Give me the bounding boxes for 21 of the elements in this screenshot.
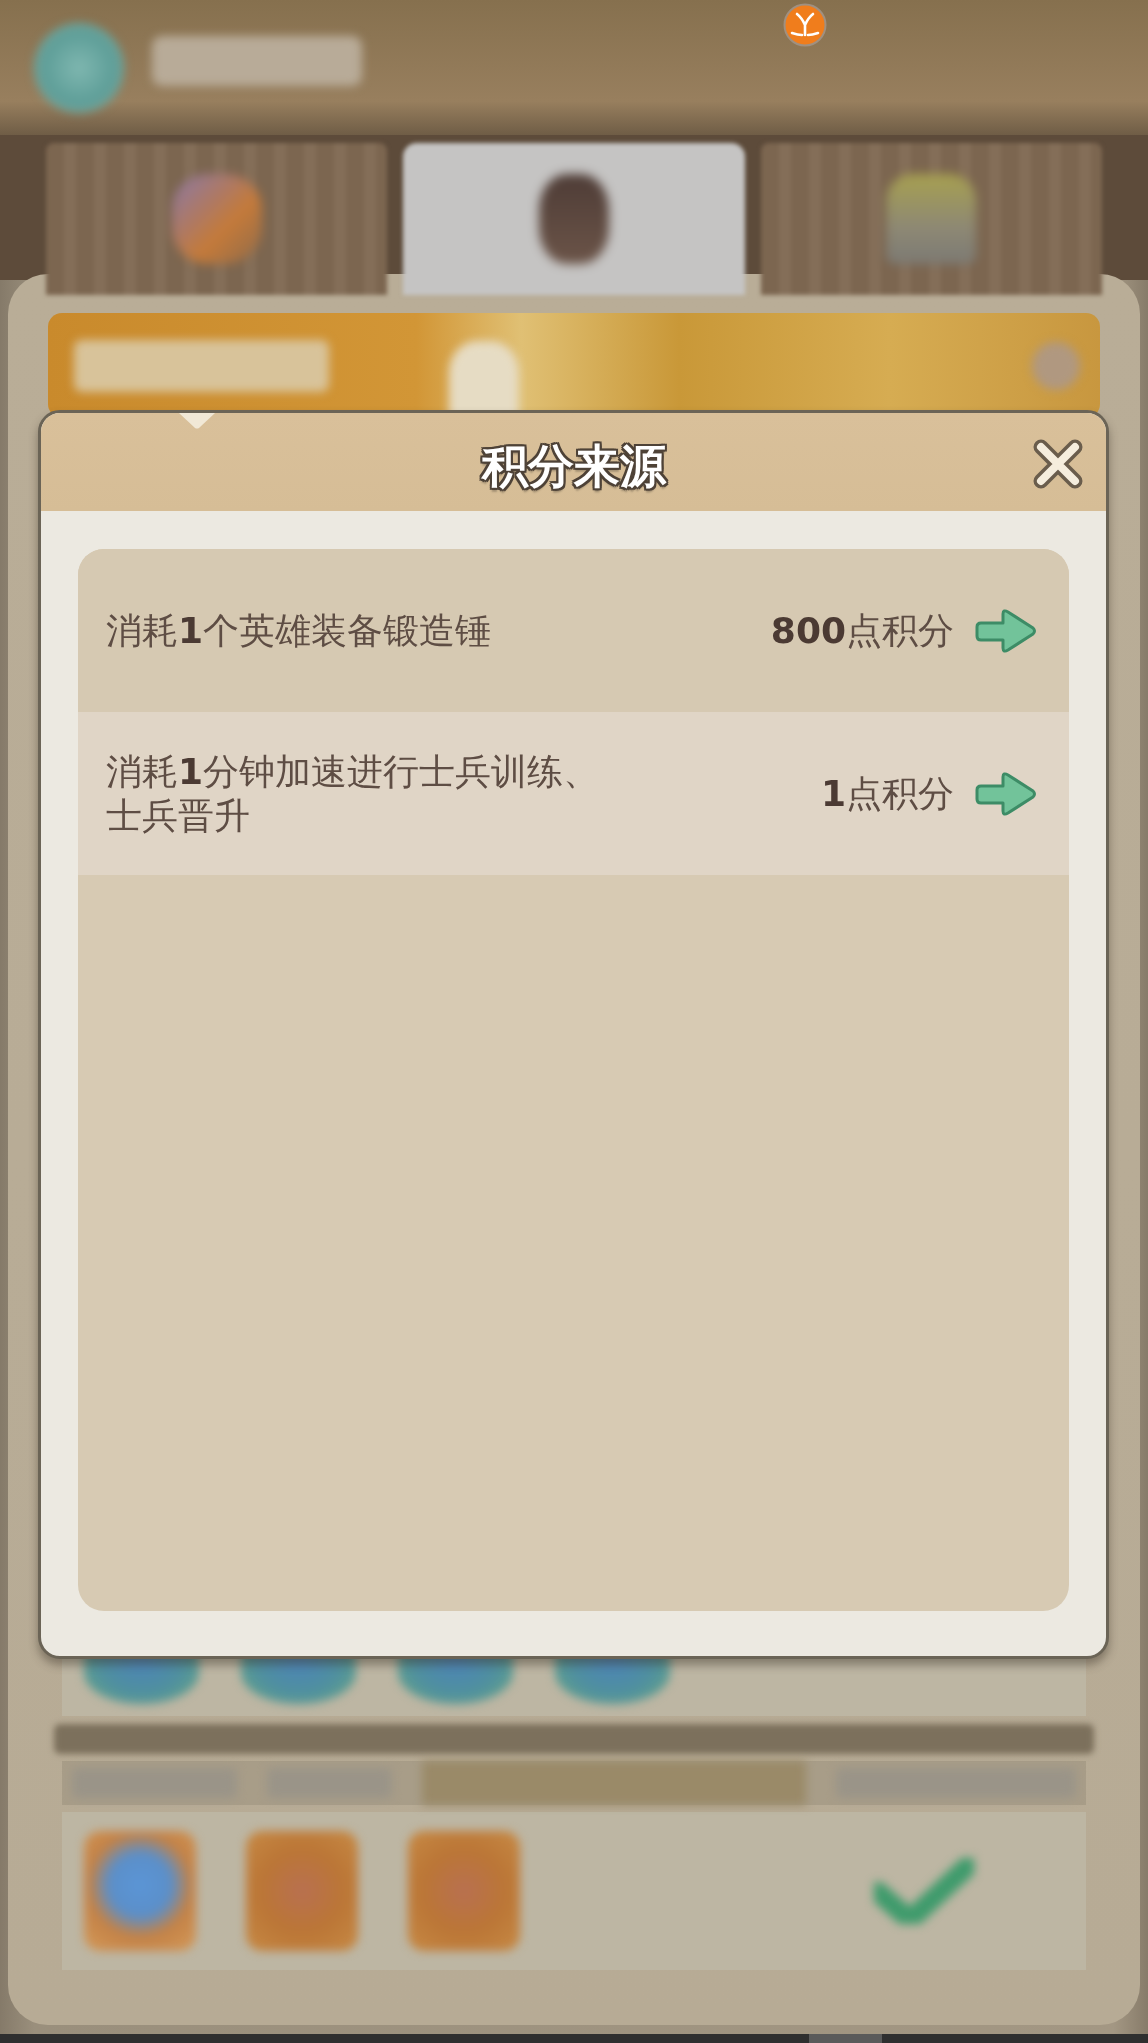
dialog-title: 积分来源 <box>481 438 666 495</box>
emblem-icon <box>539 174 609 264</box>
emblem-icon <box>171 174 262 264</box>
info-icon <box>1032 341 1080 390</box>
points-value: 800点积分 <box>770 608 954 653</box>
points-value: 1点积分 <box>820 771 954 816</box>
close-icon <box>1032 438 1084 490</box>
close-button[interactable] <box>1032 438 1084 490</box>
source-description: 消耗1分钟加速进行士兵训练、士兵晋升 <box>106 749 601 838</box>
notch-icon <box>179 413 215 429</box>
tab[interactable] <box>403 143 745 295</box>
avatar-icon <box>34 22 124 113</box>
check-icon <box>874 1858 974 1924</box>
arrow-right-icon[interactable] <box>974 769 1038 818</box>
item-icon <box>84 1831 196 1951</box>
item-icon <box>408 1831 520 1951</box>
logo-badge-icon <box>783 3 827 47</box>
emblem-icon <box>886 174 977 264</box>
source-description: 消耗1个英雄装备锻造锤 <box>106 608 493 653</box>
item-icon <box>246 1831 358 1951</box>
arrow-right-icon[interactable] <box>974 606 1038 655</box>
